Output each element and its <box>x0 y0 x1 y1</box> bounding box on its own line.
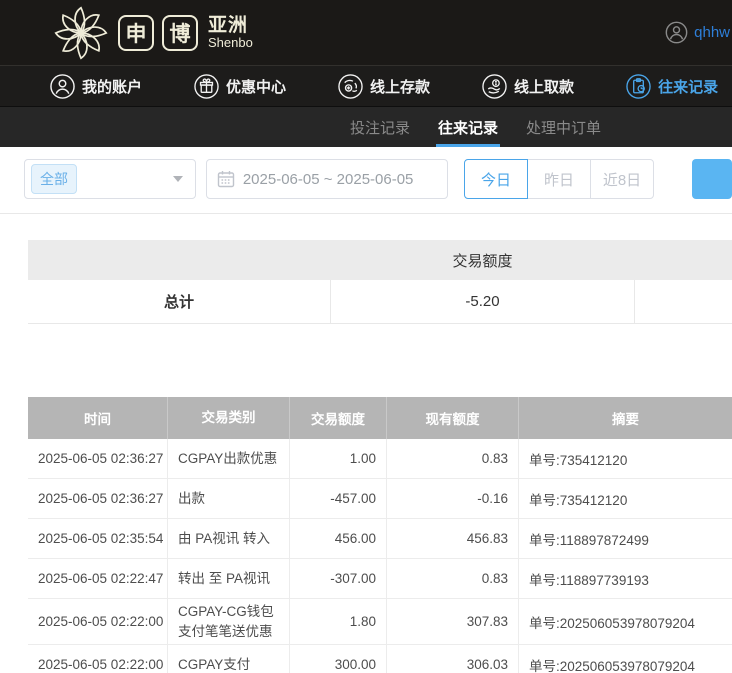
cell-time: 2025-06-05 02:22:00 <box>28 599 167 644</box>
table-row: 2025-06-05 02:22:00 CGPAY-CG钱包支付笔笔送优惠 1.… <box>28 599 732 645</box>
logo-char-bo: 博 <box>162 15 198 51</box>
table-row: 2025-06-05 02:36:27 CGPAY出款优惠 1.00 0.83 … <box>28 439 732 479</box>
today-button[interactable]: 今日 <box>464 159 528 199</box>
nav-label: 往来记录 <box>658 76 718 97</box>
summary-total-label: 总计 <box>28 291 330 312</box>
avatar-icon <box>665 21 688 44</box>
cell-type: CGPAY支付 <box>167 645 289 673</box>
user-account[interactable]: qhhw <box>665 21 730 44</box>
logo-char-shen: 申 <box>118 15 154 51</box>
cell-memo: 单号:735412120 <box>518 439 732 478</box>
user-icon <box>50 74 75 99</box>
cell-amount: 300.00 <box>289 645 386 673</box>
nav-transaction-records[interactable]: 往来记录 <box>626 74 718 99</box>
cell-time: 2025-06-05 02:35:54 <box>28 519 167 558</box>
col-header-time: 时间 <box>28 397 167 439</box>
cell-memo: 单号:202506053978079204 <box>518 599 732 644</box>
chevron-down-icon <box>173 176 183 182</box>
cell-memo: 单号:118897872499 <box>518 519 732 558</box>
quick-date-buttons: 今日 昨日 近8日 <box>464 159 654 199</box>
summary-table: 交易额度 总计 -5.20 <box>28 240 732 324</box>
cell-type: CGPAY出款优惠 <box>167 439 289 478</box>
date-range-input[interactable]: 2025-06-05 ~ 2025-06-05 <box>206 159 448 199</box>
sub-nav: 投注记录 往来记录 处理中订单 <box>0 107 732 147</box>
col-header-balance: 现有额度 <box>386 397 518 439</box>
cell-balance: 456.83 <box>386 519 518 558</box>
cell-amount: -307.00 <box>289 559 386 598</box>
summary-header-row: 交易额度 <box>28 240 732 280</box>
flower-logo-icon <box>52 4 110 62</box>
content: 全部 2025-06-05 ~ 2025-06-05 今日 昨日 近8日 <box>0 159 732 673</box>
cell-balance: 306.03 <box>386 645 518 673</box>
summary-total-row: 总计 -5.20 <box>28 280 732 324</box>
cell-type: 出款 <box>167 479 289 518</box>
yesterday-button[interactable]: 昨日 <box>527 159 591 199</box>
col-header-amount: 交易额度 <box>289 397 386 439</box>
nav-withdraw[interactable]: 线上取款 <box>482 74 574 99</box>
nav-label: 我的账户 <box>82 76 142 97</box>
withdraw-icon <box>482 74 507 99</box>
nav-label: 优惠中心 <box>226 76 286 97</box>
cell-balance: 0.83 <box>386 439 518 478</box>
cell-time: 2025-06-05 02:22:47 <box>28 559 167 598</box>
cell-type: 由 PA视讯 转入 <box>167 519 289 558</box>
tab-transaction-records[interactable]: 往来记录 <box>438 107 498 147</box>
cell-balance: 307.83 <box>386 599 518 644</box>
cell-amount: 1.00 <box>289 439 386 478</box>
summary-total-value: -5.20 <box>330 280 635 323</box>
last-8-days-button[interactable]: 近8日 <box>590 159 654 199</box>
main-nav: 我的账户 优惠中心 线上存款 <box>0 66 732 107</box>
col-header-memo: 摘要 <box>518 397 732 439</box>
cell-type: 转出 至 PA视讯 <box>167 559 289 598</box>
table-header-row: 时间 交易类别 交易额度 现有额度 摘要 <box>28 397 732 439</box>
date-range-value: 2025-06-05 ~ 2025-06-05 <box>243 171 414 188</box>
cell-time: 2025-06-05 02:22:00 <box>28 645 167 673</box>
cell-balance: -0.16 <box>386 479 518 518</box>
transaction-records-page: 申 博 亚洲 Shenbo qhhw 我的账户 <box>0 0 732 673</box>
brand-region: 亚洲 <box>208 16 253 36</box>
cell-amount: -457.00 <box>289 479 386 518</box>
divider <box>0 213 732 214</box>
cell-balance: 0.83 <box>386 559 518 598</box>
cell-memo: 单号:202506053978079204 <box>518 645 732 673</box>
nav-deposit[interactable]: 线上存款 <box>338 74 430 99</box>
cell-memo: 单号:118897739193 <box>518 559 732 598</box>
filter-row: 全部 2025-06-05 ~ 2025-06-05 今日 昨日 近8日 <box>24 159 732 199</box>
brand-subtitle: Shenbo <box>208 36 253 50</box>
deposit-icon <box>338 74 363 99</box>
cell-amount: 1.80 <box>289 599 386 644</box>
username: qhhw <box>694 24 730 41</box>
nav-my-account[interactable]: 我的账户 <box>50 74 142 99</box>
table-row: 2025-06-05 02:22:00 CGPAY支付 300.00 306.0… <box>28 645 732 673</box>
col-header-type: 交易类别 <box>167 397 289 439</box>
gift-icon <box>194 74 219 99</box>
records-table: 时间 交易类别 交易额度 现有额度 摘要 2025-06-05 02:36:27… <box>28 397 732 673</box>
table-row: 2025-06-05 02:35:54 由 PA视讯 转入 456.00 456… <box>28 519 732 559</box>
cell-time: 2025-06-05 02:36:27 <box>28 479 167 518</box>
summary-header-label: 交易额度 <box>330 240 635 280</box>
records-icon <box>626 74 651 99</box>
tab-betting-records[interactable]: 投注记录 <box>350 107 410 147</box>
calendar-icon <box>217 170 235 188</box>
nav-label: 线上取款 <box>514 76 574 97</box>
type-select-value: 全部 <box>31 164 77 194</box>
search-button[interactable] <box>692 159 732 199</box>
nav-promotions[interactable]: 优惠中心 <box>194 74 286 99</box>
nav-label: 线上存款 <box>370 76 430 97</box>
brand-text: 亚洲 Shenbo <box>208 16 253 50</box>
tab-pending-orders[interactable]: 处理中订单 <box>526 107 601 147</box>
table-row: 2025-06-05 02:22:47 转出 至 PA视讯 -307.00 0.… <box>28 559 732 599</box>
brand-logo[interactable]: 申 博 亚洲 Shenbo <box>52 4 253 62</box>
top-header: 申 博 亚洲 Shenbo qhhw <box>0 0 732 66</box>
cell-amount: 456.00 <box>289 519 386 558</box>
cell-type: CGPAY-CG钱包支付笔笔送优惠 <box>167 599 289 644</box>
cell-memo: 单号:735412120 <box>518 479 732 518</box>
table-row: 2025-06-05 02:36:27 出款 -457.00 -0.16 单号:… <box>28 479 732 519</box>
type-select[interactable]: 全部 <box>24 159 196 199</box>
cell-time: 2025-06-05 02:36:27 <box>28 439 167 478</box>
